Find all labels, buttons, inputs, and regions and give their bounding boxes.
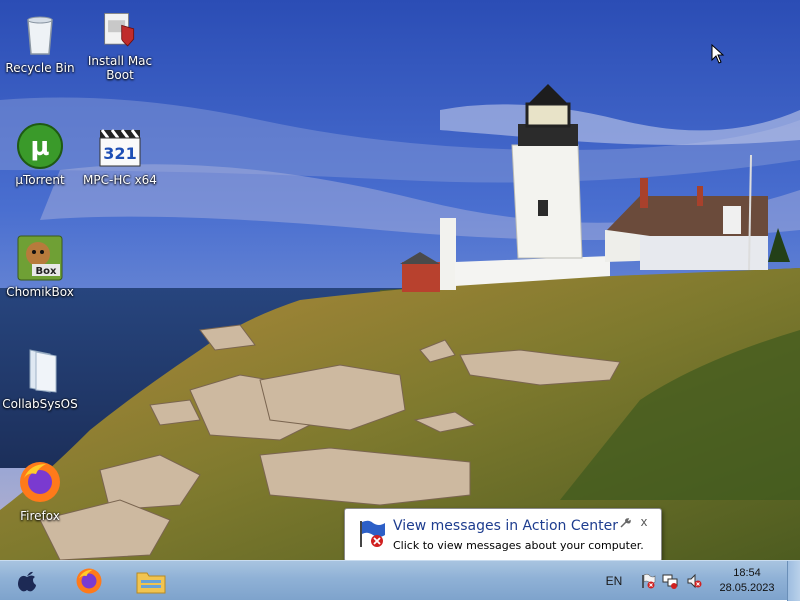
desktop-icon-label: µTorrent: [15, 173, 65, 187]
desktop-icon-label: CollabSysOS: [2, 397, 78, 411]
desktop-icon-label: Firefox: [20, 509, 60, 523]
desktop-icon-label: Install Mac Boot: [87, 54, 153, 82]
taskbar-firefox-button[interactable]: [62, 563, 116, 599]
clock-date: 28.05.2023: [719, 582, 775, 594]
action-center-notification[interactable]: View messages in Action Center Click to …: [344, 508, 662, 562]
wrench-icon[interactable]: [619, 517, 631, 529]
system-clock[interactable]: 18:54 28.05.2023: [710, 561, 784, 601]
mpc-badge: 321: [103, 144, 136, 163]
desktop-icon-install-mac-boot[interactable]: Install Mac Boot: [80, 6, 160, 82]
chomik-badge: Box: [36, 266, 57, 277]
notification-message: Click to view messages about your comput…: [393, 539, 644, 552]
volume-muted-icon[interactable]: [686, 573, 702, 589]
mouse-cursor-icon: [711, 44, 725, 64]
chomikbox-icon: Box: [17, 235, 63, 281]
file-explorer-icon: [136, 572, 166, 594]
desktop-icon-mpc-hc[interactable]: 321 MPC-HC x64: [80, 118, 160, 194]
taskbar-explorer-button[interactable]: [124, 563, 178, 599]
desktop-icon-label: MPC-HC x64: [83, 173, 157, 187]
notification-close-button[interactable]: x: [637, 515, 651, 529]
desktop-icon-firefox[interactable]: Firefox: [0, 454, 80, 530]
notification-title[interactable]: View messages in Action Center: [393, 518, 618, 534]
desktop-icon-utorrent[interactable]: µ µTorrent: [0, 118, 80, 194]
installer-icon: [104, 12, 135, 47]
folder-icon: [29, 349, 57, 393]
desktop-icon-label: ChomikBox: [6, 285, 74, 299]
desktop-icon-collabsysos[interactable]: CollabSysOS: [0, 342, 80, 418]
apple-start-icon: [18, 571, 36, 592]
action-center-flag-icon: [360, 520, 385, 547]
show-desktop-button[interactable]: [787, 561, 800, 601]
utorrent-glyph: µ: [30, 132, 49, 162]
language-indicator[interactable]: EN: [600, 561, 628, 601]
start-button[interactable]: [0, 563, 54, 599]
desktop-icon-chomikbox[interactable]: Box ChomikBox: [0, 230, 80, 306]
utorrent-icon: µ: [17, 123, 63, 169]
desktop-icon-recycle-bin[interactable]: Recycle Bin: [0, 6, 80, 82]
firefox-icon: [76, 568, 102, 594]
recycle-bin-icon: [27, 16, 53, 55]
action-center-flag-icon[interactable]: [640, 573, 656, 589]
clock-time: 18:54: [733, 567, 761, 579]
firefox-icon: [20, 462, 60, 502]
desktop-icon-label: Recycle Bin: [5, 61, 75, 75]
mpc-hc-icon: 321: [99, 129, 141, 167]
taskbar: EN 18:54 28.05.2023: [0, 560, 800, 601]
network-icon[interactable]: [662, 573, 678, 589]
